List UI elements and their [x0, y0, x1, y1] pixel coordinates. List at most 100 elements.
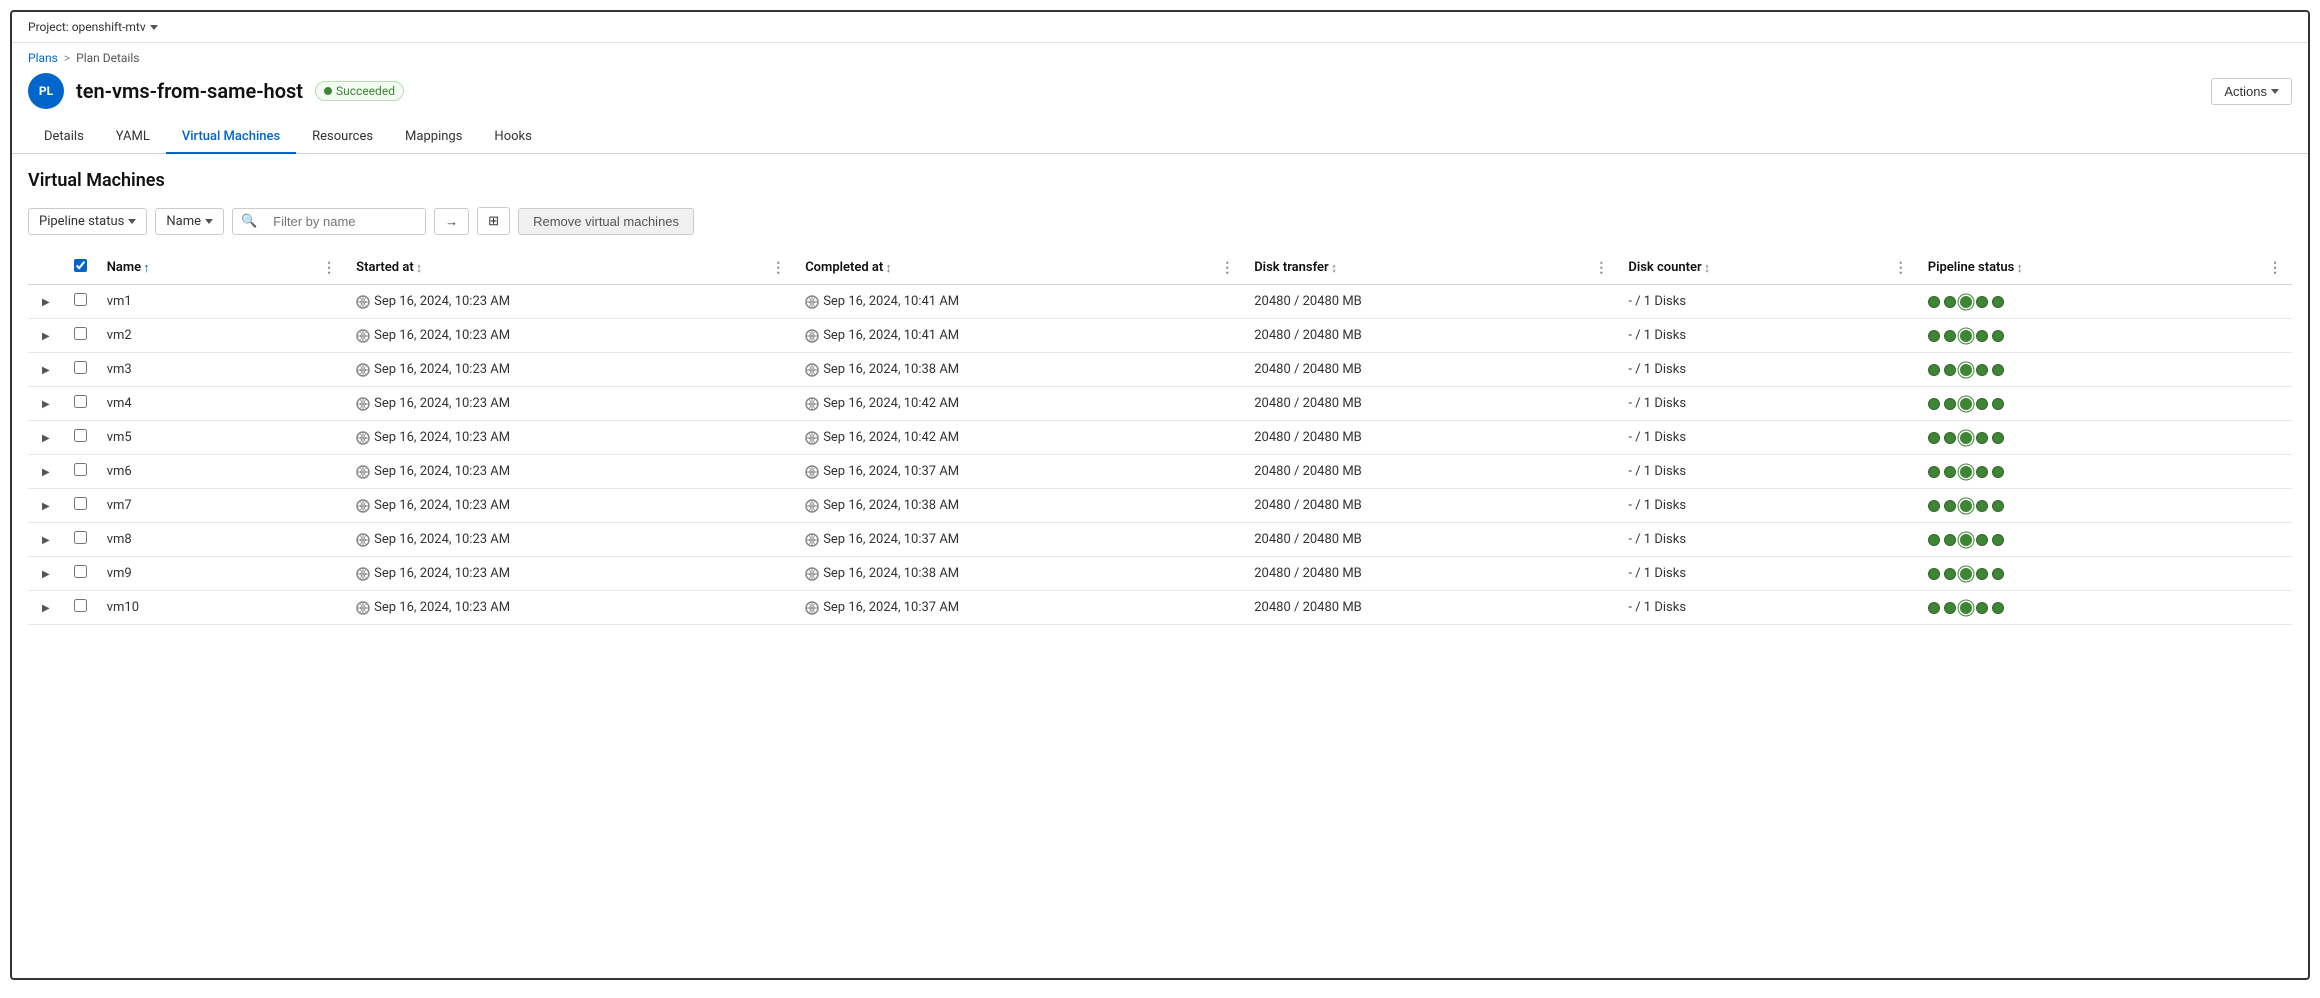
vm-pipeline-status	[1918, 557, 2292, 591]
vm-disk-transfer: 20480 / 20480 MB	[1244, 319, 1618, 353]
row-expand-button[interactable]: ▶	[38, 329, 54, 344]
started-sort-icon: ↕	[416, 260, 423, 276]
globe-icon	[805, 431, 819, 445]
project-selector[interactable]: Project: openshift-mtv	[28, 20, 158, 34]
vm-completed: Sep 16, 2024, 10:38 AM	[795, 489, 1244, 523]
pipeline-dot	[1992, 568, 2004, 580]
vm-name: vm4	[97, 387, 346, 421]
page-title: ten-vms-from-same-host	[76, 79, 303, 103]
vm-name: vm3	[97, 353, 346, 387]
row-checkbox[interactable]	[74, 497, 87, 510]
toolbar: Pipeline status Name 🔍 → ⊞ Remove virtua…	[28, 207, 2292, 235]
table-row: ▶vm2Sep 16, 2024, 10:23 AMSep 16, 2024, …	[28, 319, 2292, 353]
breadcrumb-separator: >	[64, 51, 70, 65]
pipeline-dot	[1976, 398, 1988, 410]
vm-name: vm7	[97, 489, 346, 523]
vm-disk-counter: - / 1 Disks	[1618, 557, 1917, 591]
pipeline-dot	[1944, 534, 1956, 546]
pipeline-dot	[1928, 432, 1940, 444]
status-badge: Succeeded	[315, 81, 404, 101]
tab-yaml[interactable]: YAML	[100, 121, 166, 154]
globe-icon	[356, 465, 370, 479]
vm-pipeline-status	[1918, 387, 2292, 421]
row-expand-button[interactable]: ▶	[38, 499, 54, 514]
pipeline-dot-ring	[1960, 534, 1972, 546]
search-icon: 🔍	[233, 209, 265, 234]
row-expand-button[interactable]: ▶	[38, 465, 54, 480]
row-expand-button[interactable]: ▶	[38, 601, 54, 616]
vm-completed: Sep 16, 2024, 10:38 AM	[795, 557, 1244, 591]
search-arrow-button[interactable]: →	[434, 208, 469, 235]
pipeline-dot	[1944, 330, 1956, 342]
tab-resources[interactable]: Resources	[296, 121, 389, 154]
row-expand-button[interactable]: ▶	[38, 295, 54, 310]
pipeline-dot	[1944, 296, 1956, 308]
row-expand-button[interactable]: ▶	[38, 397, 54, 412]
row-checkbox[interactable]	[74, 361, 87, 374]
pipeline-dot	[1976, 602, 1988, 614]
row-expand-button[interactable]: ▶	[38, 363, 54, 378]
row-expand-button[interactable]: ▶	[38, 431, 54, 446]
pipeline-dot-ring	[1960, 568, 1972, 580]
th-disk-counter[interactable]: Disk counter ↕ ⋮	[1618, 251, 1917, 285]
row-checkbox[interactable]	[74, 395, 87, 408]
table-row: ▶vm4Sep 16, 2024, 10:23 AMSep 16, 2024, …	[28, 387, 2292, 421]
pipeline-status-filter[interactable]: Pipeline status	[28, 208, 147, 235]
tab-hooks[interactable]: Hooks	[478, 121, 547, 154]
row-expand-button[interactable]: ▶	[38, 533, 54, 548]
disk-counter-col-menu-icon[interactable]: ⋮	[1894, 260, 1908, 276]
th-checkbox	[64, 251, 97, 285]
vm-disk-transfer: 20480 / 20480 MB	[1244, 285, 1618, 319]
name-col-menu-icon[interactable]: ⋮	[322, 260, 336, 276]
th-started[interactable]: Started at ↕ ⋮	[346, 251, 795, 285]
breadcrumb-plans-link[interactable]: Plans	[28, 51, 58, 65]
vm-pipeline-status	[1918, 285, 2292, 319]
status-label: Succeeded	[336, 84, 395, 98]
actions-area: Actions	[2211, 78, 2292, 105]
row-checkbox[interactable]	[74, 293, 87, 306]
vm-pipeline-status	[1918, 455, 2292, 489]
actions-button[interactable]: Actions	[2211, 78, 2292, 105]
vm-completed: Sep 16, 2024, 10:37 AM	[795, 523, 1244, 557]
columns-toggle-button[interactable]: ⊞	[477, 207, 510, 235]
pipeline-dot	[1976, 432, 1988, 444]
row-expand-button[interactable]: ▶	[38, 567, 54, 582]
pipeline-dot	[1992, 330, 2004, 342]
vm-started: Sep 16, 2024, 10:23 AM	[346, 557, 795, 591]
row-checkbox[interactable]	[74, 429, 87, 442]
name-filter-dropdown[interactable]: Name	[155, 208, 224, 235]
th-name[interactable]: Name ↑ ⋮	[97, 251, 346, 285]
vm-disk-counter: - / 1 Disks	[1618, 285, 1917, 319]
tab-details[interactable]: Details	[28, 121, 100, 154]
globe-icon	[805, 499, 819, 513]
name-filter-label: Name	[166, 214, 201, 229]
th-pipeline-status[interactable]: Pipeline status ↕ ⋮	[1918, 251, 2292, 285]
search-input[interactable]	[265, 209, 425, 234]
row-checkbox[interactable]	[74, 463, 87, 476]
tab-virtual-machines[interactable]: Virtual Machines	[166, 121, 296, 154]
pipeline-dot	[1992, 466, 2004, 478]
th-completed[interactable]: Completed at ↕ ⋮	[795, 251, 1244, 285]
pipeline-dot	[1944, 500, 1956, 512]
globe-icon	[805, 363, 819, 377]
remove-vms-button[interactable]: Remove virtual machines	[518, 208, 694, 235]
tab-mappings[interactable]: Mappings	[389, 121, 478, 154]
vm-disk-transfer: 20480 / 20480 MB	[1244, 455, 1618, 489]
vm-started: Sep 16, 2024, 10:23 AM	[346, 455, 795, 489]
pipeline-dot-ring	[1960, 432, 1972, 444]
disk-transfer-col-menu-icon[interactable]: ⋮	[1594, 260, 1608, 276]
vm-started: Sep 16, 2024, 10:23 AM	[346, 387, 795, 421]
vm-pipeline-status	[1918, 591, 2292, 625]
th-expand	[28, 251, 64, 285]
completed-col-menu-icon[interactable]: ⋮	[1220, 260, 1234, 276]
row-checkbox[interactable]	[74, 599, 87, 612]
pipeline-dot	[1976, 500, 1988, 512]
th-disk-transfer[interactable]: Disk transfer ↕ ⋮	[1244, 251, 1618, 285]
started-col-menu-icon[interactable]: ⋮	[771, 260, 785, 276]
pipeline-col-menu-icon[interactable]: ⋮	[2268, 260, 2282, 276]
row-checkbox[interactable]	[74, 327, 87, 340]
row-checkbox[interactable]	[74, 531, 87, 544]
vm-disk-transfer: 20480 / 20480 MB	[1244, 591, 1618, 625]
row-checkbox[interactable]	[74, 565, 87, 578]
select-all-checkbox[interactable]	[74, 259, 87, 272]
